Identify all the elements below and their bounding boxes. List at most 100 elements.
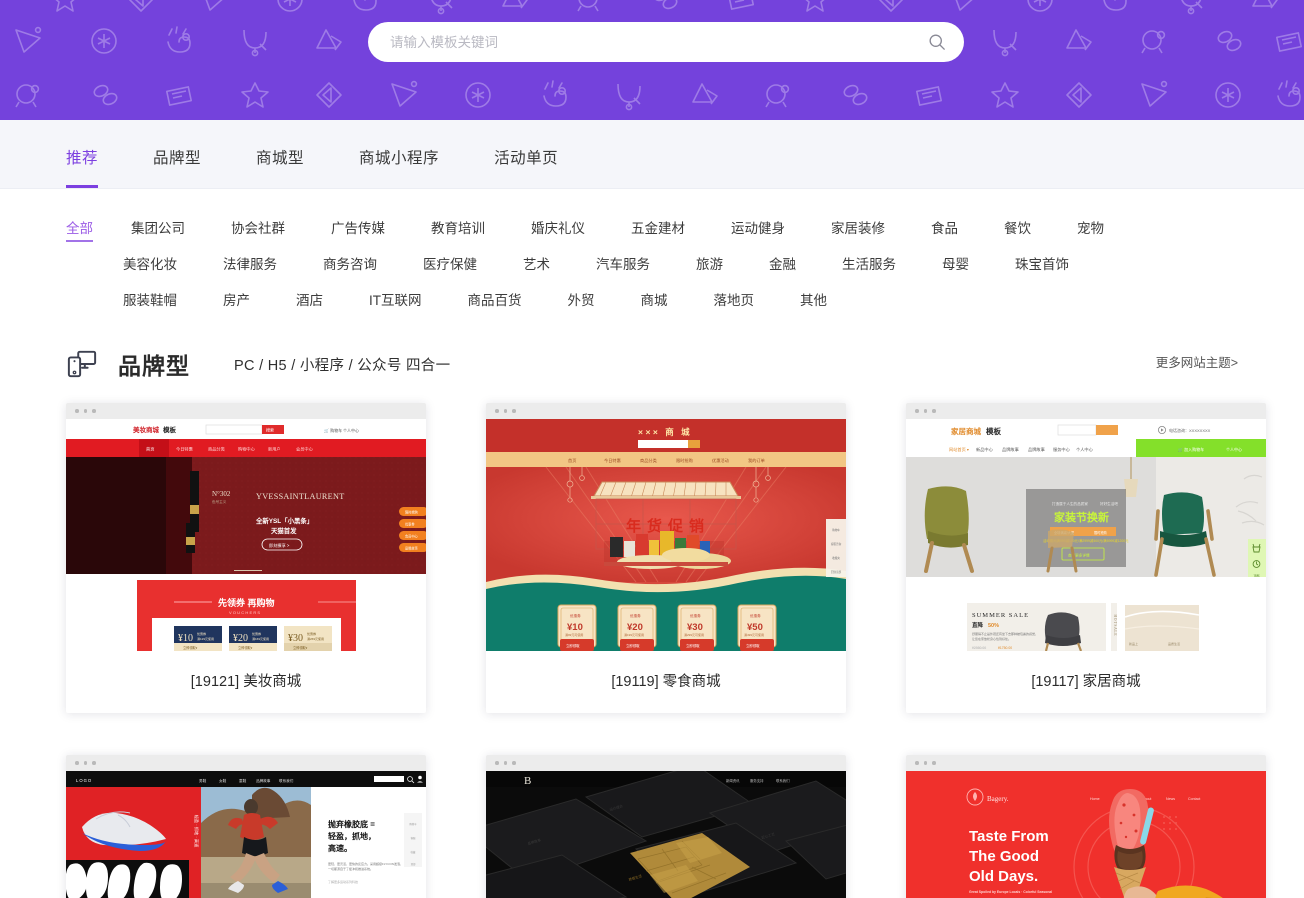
- search-input[interactable]: [390, 34, 928, 50]
- more-themes-link[interactable]: 更多网站主题>: [1156, 352, 1238, 371]
- svg-text:The Good: The Good: [969, 848, 1039, 865]
- svg-text:立即领取▾: 立即领取▾: [293, 645, 308, 650]
- chrome-dot: [932, 761, 936, 765]
- svg-text:让您在家放松身心恰到好处。: 让您在家放松身心恰到好处。: [972, 636, 1011, 641]
- category-item[interactable]: 商品百货: [468, 289, 522, 313]
- svg-text:家装节换新: 家装节换新: [1054, 510, 1109, 524]
- svg-text:Home: Home: [1090, 797, 1100, 801]
- category-item[interactable]: 美容化妆: [123, 253, 177, 277]
- preview-ice-cream: Bagery. HomeShop AboutNewsContact Taste …: [906, 771, 1266, 898]
- category-item[interactable]: 其他: [800, 289, 827, 313]
- category-item[interactable]: 家居装修: [831, 217, 885, 241]
- category-item[interactable]: 外贸: [568, 289, 595, 313]
- preview-art-dark: B 网站首页关于我们 产品中心新闻资讯 服务支持联系我们: [486, 771, 846, 898]
- category-item[interactable]: 医疗保健: [423, 253, 477, 277]
- svg-text:优惠活动: 优惠活动: [712, 457, 729, 464]
- template-card[interactable]: B 网站首页关于我们 产品中心新闻资讯 服务支持联系我们: [486, 755, 846, 898]
- category-item[interactable]: IT互联网: [369, 289, 422, 313]
- category-item[interactable]: 珠宝首饰: [1015, 253, 1069, 277]
- svg-text:今日特惠: 今日特惠: [604, 457, 621, 464]
- devices-icon: [67, 350, 97, 378]
- preview-art-home: 家居商城 模板 电话咨询：XXXXXXXX 网站首页 ▾ 新品中心 品牌故事 品牌…: [906, 419, 1266, 651]
- category-item[interactable]: 宠物: [1077, 217, 1104, 241]
- svg-text:优惠券: 优惠券: [197, 631, 206, 636]
- template-thumbnail[interactable]: B 网站首页关于我们 产品中心新闻资讯 服务支持联系我们: [486, 755, 846, 898]
- category-item[interactable]: 商城: [641, 289, 668, 313]
- category-item[interactable]: 金融: [769, 253, 796, 277]
- search-icon[interactable]: [928, 33, 946, 51]
- category-item[interactable]: 汽车服务: [596, 253, 650, 277]
- svg-text:先领券 再购物: 先领券 再购物: [218, 597, 275, 608]
- template-card[interactable]: LOGO 男鞋 女鞋 童鞋 品牌故事 联系我们 轻盈 · 抓地 · 高速 抛弃橡…: [66, 755, 426, 898]
- tab-recommended[interactable]: 推荐: [66, 146, 99, 188]
- template-card[interactable]: 美妆商城 模板 搜索 🛒 购物车 个人中心 首页 今日特惠 商品分类 购物中心: [66, 403, 426, 713]
- svg-text:限时抢购: 限时抢购: [676, 457, 693, 464]
- chrome-dot: [512, 761, 516, 765]
- svg-text:50%: 50%: [988, 623, 999, 629]
- svg-text:News: News: [1166, 797, 1175, 801]
- template-thumbnail[interactable]: 家居商城 模板 电话咨询：XXXXXXXX 网站首页 ▾ 新品中心 品牌故事 品牌…: [906, 403, 1266, 651]
- chrome-dot: [75, 409, 79, 413]
- svg-text:网站首页 ▾: 网站首页 ▾: [949, 446, 969, 453]
- category-item-active[interactable]: 全部: [66, 217, 93, 242]
- svg-text:女鞋: 女鞋: [219, 778, 227, 783]
- category-item[interactable]: 房产: [223, 289, 250, 313]
- chrome-dot: [503, 409, 507, 413]
- svg-text:电话咨询：XXXXXXXX: 电话咨询：XXXXXXXX: [1169, 427, 1211, 433]
- category-item[interactable]: 旅游: [696, 253, 723, 277]
- preview-dark-brand: B 网站首页关于我们 产品中心新闻资讯 服务支持联系我们: [486, 771, 846, 898]
- category-item[interactable]: 落地页: [714, 289, 755, 313]
- svg-text:¥10: ¥10: [178, 633, 193, 644]
- category-item[interactable]: 教育培训: [431, 217, 485, 241]
- svg-text:舒服得不止是外观还有坐下去那种被包裹的感觉，: 舒服得不止是外观还有坐下去那种被包裹的感觉，: [972, 631, 1038, 636]
- template-card[interactable]: Bagery. HomeShop AboutNewsContact Taste …: [906, 755, 1266, 898]
- category-item[interactable]: 生活服务: [842, 253, 896, 277]
- template-thumbnail[interactable]: 美妆商城 模板 搜索 🛒 购物车 个人中心 首页 今日特惠 商品分类 购物中心: [66, 403, 426, 651]
- template-thumbnail[interactable]: LOGO 男鞋 女鞋 童鞋 品牌故事 联系我们 轻盈 · 抓地 · 高速 抛弃橡…: [66, 755, 426, 898]
- category-item[interactable]: 广告传媒: [331, 217, 385, 241]
- svg-text:购物车: 购物车: [832, 528, 840, 532]
- svg-text:童鞋: 童鞋: [239, 778, 247, 783]
- template-search[interactable]: [368, 22, 964, 62]
- category-item[interactable]: 酒店: [296, 289, 323, 313]
- category-item[interactable]: 五金建材: [631, 217, 685, 241]
- svg-text:客服: 客服: [411, 836, 416, 840]
- preview-art-snack: ××× 商 城 首页 今日特惠 商品分类 限时抢购 优惠活动 我的订单 年货促销…: [486, 419, 846, 651]
- svg-text:一切都源自于了缓冲和推进系统。: 一切都源自于了缓冲和推进系统。: [328, 866, 373, 871]
- category-item[interactable]: 婚庆礼仪: [531, 217, 585, 241]
- template-card[interactable]: 家居商城 模板 电话咨询：XXXXXXXX 网站首页 ▾ 新品中心 品牌故事 品牌…: [906, 403, 1266, 713]
- category-item[interactable]: 法律服务: [223, 253, 277, 277]
- template-grid-row-1: 美妆商城 模板 搜索 🛒 购物车 个人中心 首页 今日特惠 商品分类 购物中心: [0, 381, 1304, 713]
- chrome-dot: [512, 409, 516, 413]
- svg-text:🛒 购物车: 🛒 购物车: [324, 427, 342, 433]
- category-item[interactable]: 商务咨询: [323, 253, 377, 277]
- svg-text:更轻，更灵活，更快的反应力。采用超级FLYCON发泡，: 更轻，更灵活，更快的反应力。采用超级FLYCON发泡，: [328, 861, 403, 866]
- category-item[interactable]: 艺术: [523, 253, 550, 277]
- category-item[interactable]: 母婴: [942, 253, 969, 277]
- category-item[interactable]: 集团公司: [131, 217, 185, 241]
- template-thumbnail[interactable]: Bagery. HomeShop AboutNewsContact Taste …: [906, 755, 1266, 898]
- svg-text:品牌故事: 品牌故事: [405, 546, 419, 551]
- tab-brand-type[interactable]: 品牌型: [153, 146, 201, 188]
- chrome-dot: [75, 761, 79, 765]
- svg-text:了解更多运动系列科技: 了解更多运动系列科技: [328, 879, 358, 884]
- svg-text:品质生活: 品质生活: [1168, 641, 1180, 646]
- chrome-dot: [923, 409, 927, 413]
- svg-text:N°302: N°302: [212, 490, 231, 498]
- tab-campaign-page[interactable]: 活动单页: [494, 146, 558, 188]
- tab-mall-type[interactable]: 商城型: [256, 146, 304, 188]
- category-item[interactable]: 运动健身: [731, 217, 785, 241]
- tab-mall-miniprogram[interactable]: 商城小程序: [359, 146, 439, 188]
- template-card[interactable]: ××× 商 城 首页 今日特惠 商品分类 限时抢购 优惠活动 我的订单 年货促销…: [486, 403, 846, 713]
- category-item[interactable]: 食品: [931, 217, 958, 241]
- svg-text:××× 商 城: ××× 商 城: [638, 427, 692, 437]
- category-item[interactable]: 餐饮: [1004, 217, 1031, 241]
- chrome-dot: [83, 409, 87, 413]
- svg-text:天猫首发: 天猫首发: [271, 526, 297, 535]
- chrome-dot: [915, 409, 919, 413]
- svg-text:轻盈 · 抓地 · 高速: 轻盈 · 抓地 · 高速: [193, 815, 200, 848]
- svg-text:轻盈，抓地，: 轻盈，抓地，: [328, 831, 376, 841]
- template-thumbnail[interactable]: ××× 商 城 首页 今日特惠 商品分类 限时抢购 优惠活动 我的订单 年货促销…: [486, 403, 846, 651]
- category-item[interactable]: 服装鞋帽: [123, 289, 177, 313]
- category-item[interactable]: 协会社群: [231, 217, 285, 241]
